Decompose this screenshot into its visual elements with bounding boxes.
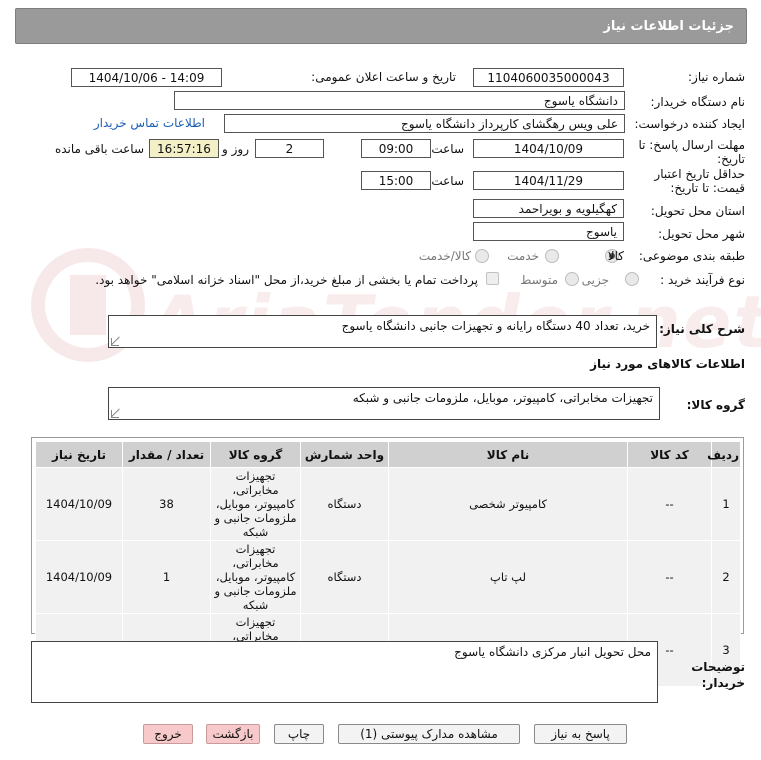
cell-row-number: 1: [711, 467, 741, 541]
category-radio-service[interactable]: [545, 249, 559, 263]
col-header-group: گروه کالا: [210, 441, 301, 468]
table-row: 2 -- لپ تاپ دستگاه تجهیزات مخابراتی، کام…: [35, 540, 741, 614]
category-label: طبقه بندی موضوعی:: [638, 249, 745, 263]
exit-button[interactable]: خروج: [143, 724, 193, 744]
cell-need-date: 1404/10/09: [35, 540, 123, 614]
col-header-quantity: تعداد / مقدار: [122, 441, 211, 468]
print-button[interactable]: چاپ: [274, 724, 324, 744]
category-option-goods-service: کالا/خدمت: [418, 249, 471, 263]
process-type-label: نوع فرآیند خرید :: [660, 273, 745, 287]
province-field: کهگیلویه و بویراحمد: [473, 199, 624, 218]
description-text: خرید، تعداد 40 دستگاه رایانه و تجهیزات ج…: [341, 319, 650, 333]
creator-field: علی ویس رهگشای کارپرداز دانشگاه یاسوج: [224, 114, 625, 133]
cell-unit: دستگاه: [300, 540, 389, 614]
back-button-label: بازگشت: [212, 727, 254, 741]
days-and-label: روز و: [222, 142, 249, 156]
description-label: شرح کلی نیاز:: [659, 322, 745, 336]
col-header-need-date: تاریخ نیاز: [35, 441, 123, 468]
buyer-notes-text: محل تحویل انبار مرکزی دانشگاه یاسوج: [454, 645, 651, 659]
city-field: یاسوج: [473, 222, 624, 241]
goods-group-label: گروه کالا:: [686, 398, 745, 412]
back-button[interactable]: بازگشت: [206, 724, 260, 744]
deadline-time-field: 09:00: [361, 139, 431, 158]
process-option-minor: جزیی: [581, 273, 609, 287]
col-header-row-number: ردیف: [707, 441, 741, 468]
cell-group: تجهیزات مخابراتی، کامپیوتر، موبایل، ملزو…: [210, 467, 301, 541]
process-radio-medium[interactable]: [565, 272, 579, 286]
creator-label: ایجاد کننده درخواست:: [634, 117, 745, 131]
cell-row-number: 2: [711, 540, 741, 614]
resize-grip-icon[interactable]: [111, 338, 119, 346]
goods-group-textarea[interactable]: تجهیزات مخابراتی، کامپیوتر، موبایل، ملزو…: [108, 387, 660, 420]
reply-button[interactable]: پاسخ به نیاز: [534, 724, 627, 744]
col-header-unit: واحد شمارش: [300, 441, 389, 468]
buyer-notes-textarea[interactable]: محل تحویل انبار مرکزی دانشگاه یاسوج: [31, 641, 658, 703]
cell-quantity: 1: [122, 540, 211, 614]
remaining-time-label: ساعت باقی مانده: [54, 142, 144, 156]
process-option-medium: متوسط: [520, 273, 558, 287]
city-label: شهر محل تحویل:: [658, 227, 745, 241]
buyer-notes-label: توضیحات: [691, 660, 745, 674]
col-header-code: کد کالا: [627, 441, 712, 468]
process-radio-minor[interactable]: [625, 272, 639, 286]
exit-button-label: خروج: [154, 727, 182, 741]
treasury-payment-checkbox[interactable]: [486, 272, 499, 285]
category-radio-goods-service[interactable]: [475, 249, 489, 263]
buyer-org-label: نام دستگاه خریدار:: [650, 95, 746, 109]
cell-need-date: 1404/10/09: [35, 467, 123, 541]
category-option-service: خدمت: [507, 249, 539, 263]
validity-time-label: ساعت: [431, 174, 464, 188]
buyer-notes-label-2: خریدار:: [701, 676, 745, 690]
category-option-goods: کالا: [607, 249, 624, 263]
deadline-label: مهلت ارسال پاسخ: تا: [638, 138, 745, 152]
resize-grip-icon[interactable]: [111, 410, 119, 418]
print-button-label: چاپ: [287, 727, 311, 741]
cell-code: --: [627, 467, 712, 541]
cell-group: تجهیزات مخابراتی، کامپیوتر، موبایل، ملزو…: [210, 540, 301, 614]
view-attachments-button[interactable]: مشاهده مدارک پیوستی (1): [338, 724, 520, 744]
province-label: استان محل تحویل:: [650, 204, 745, 218]
cell-name: لپ تاپ: [388, 540, 628, 614]
reply-button-label: پاسخ به نیاز: [551, 727, 610, 741]
deadline-time-label: ساعت: [431, 142, 464, 156]
announce-label: تاریخ و ساعت اعلان عمومی:: [311, 70, 456, 84]
validity-time-field: 15:00: [361, 171, 431, 190]
validity-label: حداقل تاریخ اعتبار: [654, 167, 745, 181]
announce-field: 1404/10/06 - 14:09: [71, 68, 222, 87]
view-attachments-label: مشاهده مدارک پیوستی (1): [360, 727, 498, 741]
table-row: 1 -- کامپیوتر شخصی دستگاه تجهیزات مخابرا…: [35, 467, 741, 541]
description-textarea[interactable]: خرید، تعداد 40 دستگاه رایانه و تجهیزات ج…: [108, 315, 657, 348]
buyer-contact-link[interactable]: اطلاعات تماس خریدار: [94, 116, 205, 130]
remaining-time-field: 16:57:16: [149, 139, 219, 158]
need-number-field: 1104060035000043: [473, 68, 624, 87]
page-header: جزئیات اطلاعات نیاز: [15, 8, 747, 44]
cell-name: کامپیوتر شخصی: [388, 467, 628, 541]
validity-date-field: 1404/11/29: [473, 171, 624, 190]
validity-label-2: قیمت: تا تاریخ:: [670, 181, 745, 195]
need-number-label: شماره نیاز:: [688, 70, 745, 84]
col-header-name: نام کالا: [388, 441, 628, 468]
days-remaining-field: 2: [255, 139, 324, 158]
goods-section-title: اطلاعات کالاهای مورد نیاز: [590, 357, 745, 371]
cell-unit: دستگاه: [300, 467, 389, 541]
deadline-date-field: 1404/10/09: [473, 139, 624, 158]
treasury-payment-note: پرداخت تمام یا بخشی از مبلغ خرید،از محل …: [95, 273, 478, 287]
cell-quantity: 38: [122, 467, 211, 541]
deadline-label-2: تاریخ:: [717, 152, 745, 166]
cell-code: --: [627, 540, 712, 614]
page-title: جزئیات اطلاعات نیاز: [603, 18, 734, 34]
goods-group-text: تجهیزات مخابراتی، کامپیوتر، موبایل، ملزو…: [352, 391, 653, 405]
table-header-row: ردیف کد کالا نام کالا واحد شمارش گروه کا…: [35, 441, 741, 468]
items-table-container: ردیف کد کالا نام کالا واحد شمارش گروه کا…: [31, 437, 744, 687]
buyer-org-field: دانشگاه یاسوج: [174, 91, 625, 110]
